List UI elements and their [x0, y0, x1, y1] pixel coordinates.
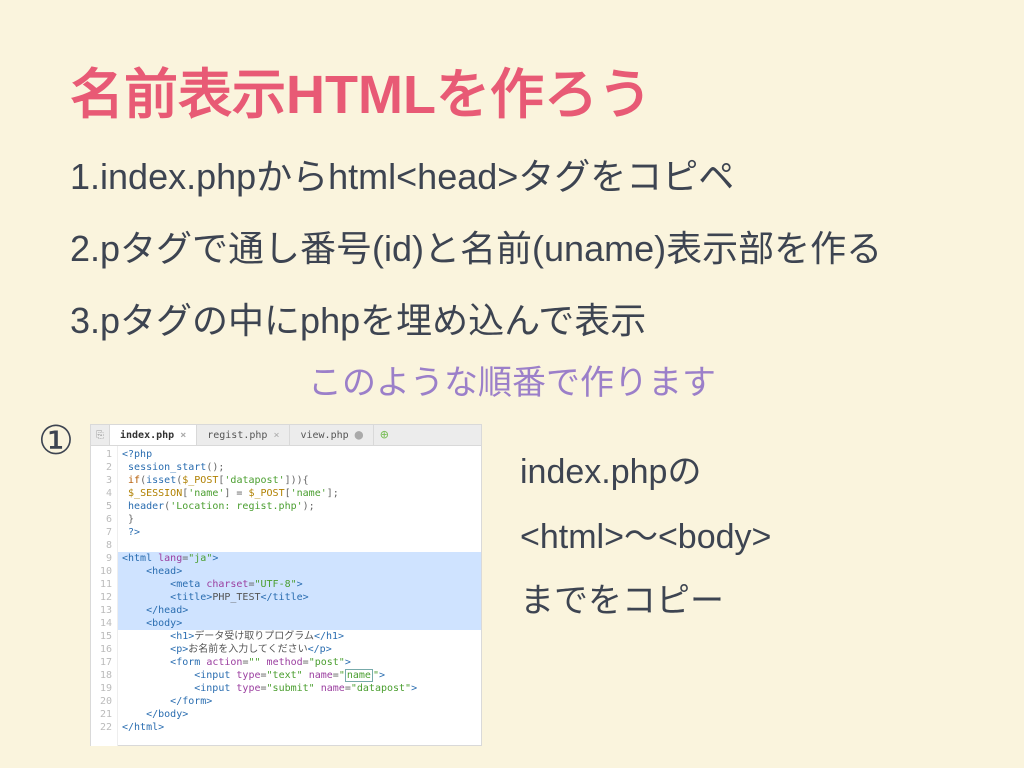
- line-number: 2: [91, 461, 117, 474]
- code-line: </head>: [118, 604, 481, 617]
- subtitle: このような順番で作ります: [0, 355, 1024, 404]
- code-line: <head>: [118, 565, 481, 578]
- editor-tab-bar: ⎘ index.php × regist.php × view.php● ⊕: [91, 425, 481, 446]
- line-number: 12: [91, 591, 117, 604]
- tab-index-php[interactable]: index.php ×: [110, 425, 197, 445]
- code-line: <meta charset="UTF-8">: [118, 578, 481, 591]
- line-number-gutter: 12345678910111213141516171819202122: [91, 446, 118, 746]
- right-line-3: までをコピー: [520, 569, 771, 634]
- step-3: 3.pタグの中にphpを埋め込んで表示: [70, 292, 646, 344]
- code-line: ?>: [122, 527, 140, 538]
- code-line: <form action="" method="post">: [122, 657, 351, 668]
- code-line: <p>お名前を入力してください</p>: [122, 644, 332, 655]
- line-number: 22: [91, 721, 117, 734]
- close-icon[interactable]: ×: [180, 430, 186, 441]
- close-icon[interactable]: ×: [273, 430, 279, 441]
- line-number: 8: [91, 539, 117, 552]
- line-number: 6: [91, 513, 117, 526]
- step-marker-1: ①: [38, 418, 74, 464]
- tabs-container: index.php × regist.php × view.php●: [110, 425, 374, 445]
- line-number: 18: [91, 669, 117, 682]
- right-line-2: <html>〜<body>: [520, 505, 771, 570]
- tab-view-php[interactable]: view.php●: [290, 425, 374, 445]
- new-tab-button[interactable]: ⊕: [374, 425, 394, 445]
- right-caption: index.phpの <html>〜<body> までをコピー: [520, 440, 771, 634]
- right-line-1: index.phpの: [520, 440, 771, 505]
- code-line: <body>: [118, 617, 481, 630]
- code-line: header('Location: regist.php');: [122, 501, 315, 512]
- line-number: 7: [91, 526, 117, 539]
- line-number: 4: [91, 487, 117, 500]
- line-number: 17: [91, 656, 117, 669]
- line-number: 14: [91, 617, 117, 630]
- line-number: 1: [91, 448, 117, 461]
- sidebar-toggle-icon[interactable]: ⎘: [91, 425, 110, 445]
- line-number: 15: [91, 630, 117, 643]
- line-number: 21: [91, 708, 117, 721]
- tab-label: index.php: [120, 430, 174, 441]
- line-number: 5: [91, 500, 117, 513]
- line-number: 13: [91, 604, 117, 617]
- code-line: if(isset($_POST['datapost'])){: [122, 475, 309, 486]
- code-line: <title>PHP_TEST</title>: [118, 591, 481, 604]
- code-area[interactable]: <?php session_start(); if(isset($_POST['…: [118, 446, 481, 746]
- code-line: </html>: [122, 722, 164, 733]
- line-number: 9: [91, 552, 117, 565]
- tab-label: regist.php: [207, 430, 267, 441]
- step-2: 2.pタグで通し番号(id)と名前(uname)表示部を作る: [70, 220, 882, 272]
- code-line: </body>: [122, 709, 188, 720]
- code-line: <?php: [122, 449, 152, 460]
- tab-label: view.php: [300, 430, 348, 441]
- code-line: <input type="text" name="name">: [122, 670, 385, 681]
- line-number: 3: [91, 474, 117, 487]
- slide-title: 名前表示HTMLを作ろう: [70, 50, 652, 129]
- code-line: session_start();: [122, 462, 224, 473]
- code-line: <h1>データ受け取りプログラム</h1>: [122, 631, 344, 642]
- code-line: <input type="submit" name="datapost">: [122, 683, 417, 694]
- code-editor: ⎘ index.php×regist.php×view.php● ⊕ 12345…: [90, 424, 482, 746]
- tab-regist-php[interactable]: regist.php ×: [197, 425, 290, 445]
- step-1: 1.index.phpからhtml<head>タグをコピペ: [70, 148, 734, 200]
- line-number: 20: [91, 695, 117, 708]
- code-line: </form>: [122, 696, 212, 707]
- line-number: 16: [91, 643, 117, 656]
- line-number: 19: [91, 682, 117, 695]
- code-line: <html lang="ja">: [118, 552, 481, 565]
- line-number: 10: [91, 565, 117, 578]
- editor-body: 12345678910111213141516171819202122 <?ph…: [91, 446, 481, 746]
- code-line: $_SESSION['name'] = $_POST['name'];: [122, 488, 339, 499]
- line-number: 11: [91, 578, 117, 591]
- slide: 名前表示HTMLを作ろう 1.index.phpからhtml<head>タグをコ…: [0, 0, 1024, 768]
- code-line: }: [122, 514, 134, 525]
